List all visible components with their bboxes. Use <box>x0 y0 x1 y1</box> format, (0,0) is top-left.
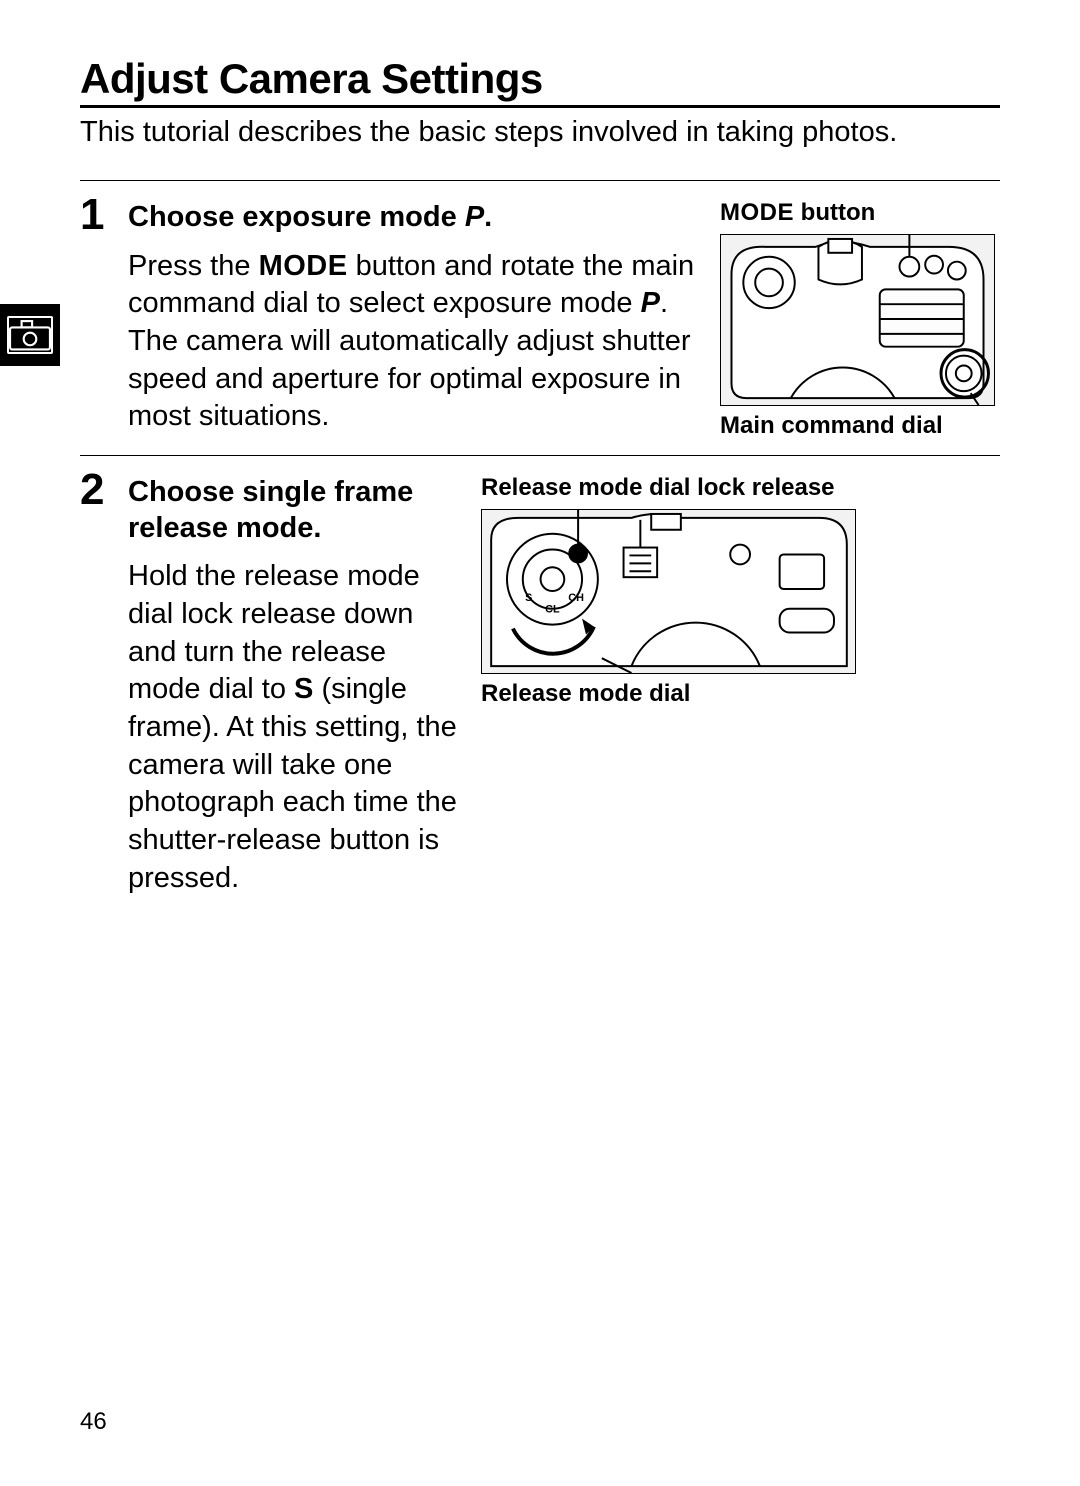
step-1-body: Press the MODE button and rotate the mai… <box>128 248 702 436</box>
step-1: 1 Choose exposure mode P. Press the MODE… <box>80 180 1000 441</box>
page-number: 46 <box>80 1408 107 1436</box>
svg-text:CL: CL <box>545 603 560 615</box>
intro-text: This tutorial describes the basic steps … <box>80 114 1000 150</box>
step-number: 1 <box>80 193 116 441</box>
text: Choose exposure mode <box>128 201 465 233</box>
mode-word: MODE <box>720 199 794 226</box>
step-2: 2 Choose single frame release mode. Hold… <box>80 455 1000 898</box>
mode-word: MODE <box>259 250 348 282</box>
text: . <box>484 201 492 233</box>
text: button <box>794 199 875 226</box>
manual-page: Adjust Camera Settings This tutorial des… <box>0 0 1080 1486</box>
step-number: 2 <box>80 468 116 898</box>
step-2-body: Hold the release mode dial lock release … <box>128 558 463 897</box>
figure-label-release-lock: Release mode dial lock release <box>481 474 856 503</box>
figure-label-mode-button: MODE button <box>720 199 1000 228</box>
figure-label-release-dial: Release mode dial <box>481 680 856 709</box>
step-1-heading: Choose exposure mode P. <box>128 199 702 235</box>
step-2-heading: Choose single frame release mode. <box>128 474 463 547</box>
text: Press the <box>128 250 259 282</box>
text: (single frame). At this setting, the cam… <box>128 673 457 893</box>
camera-release-dial-diagram: S CL CH <box>481 509 856 674</box>
s-mode-glyph: S <box>294 673 313 705</box>
camera-icon <box>7 316 53 354</box>
figure-label-main-command-dial: Main command dial <box>720 412 1000 441</box>
page-title: Adjust Camera Settings <box>80 55 1000 108</box>
p-mode-glyph: P <box>465 201 484 233</box>
svg-text:S: S <box>525 592 532 604</box>
camera-top-diagram <box>720 234 995 406</box>
section-tab <box>0 304 60 366</box>
svg-text:CH: CH <box>568 592 584 604</box>
p-mode-glyph: P <box>641 287 660 319</box>
